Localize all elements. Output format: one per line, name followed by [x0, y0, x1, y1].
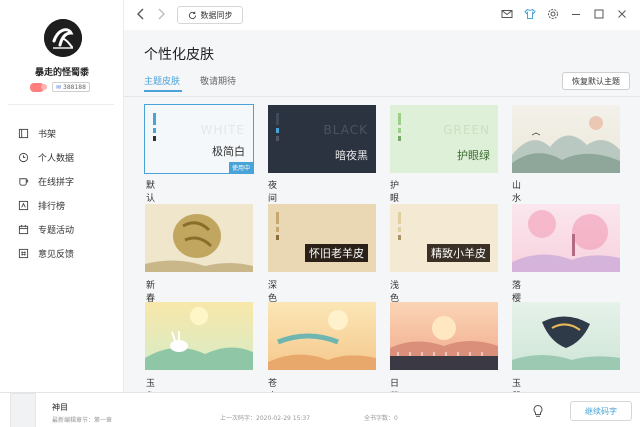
mountain-landscape-illustration — [512, 116, 620, 173]
sky-illustration — [268, 310, 376, 370]
theme-card-dark-parchment[interactable]: 怀旧老羊皮 — [268, 204, 376, 272]
lightbulb-icon[interactable] — [531, 404, 545, 418]
data-sync-button[interactable]: 数据同步 — [177, 6, 243, 24]
theme-watermark: BLACK — [323, 123, 368, 137]
theme-card-spring[interactable] — [145, 204, 253, 272]
theme-card-night[interactable]: BLACK 暗夜黑 — [268, 105, 376, 173]
sidebar-item-bookshelf[interactable]: 书架 — [18, 121, 74, 145]
theme-overlay-text: 怀旧老羊皮 — [305, 244, 368, 262]
theme-card-sakura[interactable] — [512, 204, 620, 272]
sidebar-item-feedback[interactable]: 意见反馈 — [18, 241, 74, 265]
last-typing-time: 上一次码字：2020-02-29 15:37 — [220, 415, 311, 422]
theme-overlay-text: 护眼绿 — [457, 149, 490, 162]
sidebar-item-events[interactable]: 专题活动 — [18, 217, 74, 241]
clock-icon — [18, 152, 29, 162]
user-id: 388188 — [63, 83, 86, 91]
theme-card-light-parchment[interactable]: 精致小羊皮 — [390, 204, 498, 272]
jade-mouse-illustration — [512, 316, 620, 370]
sidebar-item-personal-data[interactable]: 个人数据 — [18, 145, 74, 169]
cup-icon — [19, 177, 29, 186]
maximize-icon[interactable] — [593, 8, 605, 20]
user-id-badge: ✉ 388188 — [52, 82, 90, 92]
sidebar-item-label: 意见反馈 — [38, 249, 75, 260]
spring-calligraphy-illustration — [145, 214, 253, 272]
book-icon — [18, 128, 29, 138]
sidebar-item-online-typing[interactable]: 在线拼字 — [18, 169, 74, 193]
rank-icon — [18, 200, 29, 210]
window-controls — [501, 8, 628, 20]
jade-rabbit-illustration — [145, 307, 253, 370]
hash-icon — [18, 248, 29, 258]
theme-card-jade-mouse[interactable] — [512, 302, 620, 370]
minimize-icon[interactable] — [570, 8, 582, 20]
theme-preview-lines — [398, 212, 401, 243]
sidebar-item-label: 书架 — [38, 129, 57, 140]
sakura-illustration — [512, 210, 620, 272]
close-icon[interactable] — [616, 8, 628, 20]
total-word-count: 全书字数：0 — [364, 415, 398, 422]
theme-card-sky[interactable] — [268, 302, 376, 370]
sunset-illustration — [390, 316, 498, 370]
theme-card-eye-green[interactable]: GREEN 护眼绿 — [390, 105, 498, 173]
skin-shirt-icon[interactable] — [524, 8, 536, 20]
page-title: 个性化皮肤 — [144, 47, 214, 63]
tabs-divider — [124, 96, 640, 97]
sidebar: 暴走的怪蜀黍 ✉ 388188 书架 个人数据 在线拼字 排行榜 专题活动 意见… — [0, 0, 124, 392]
mail-icon[interactable] — [501, 8, 513, 20]
theme-preview-lines — [398, 113, 401, 144]
active-tab-indicator — [144, 90, 182, 92]
theme-preview-lines — [153, 113, 156, 144]
avatar-calligraphy-icon — [44, 19, 82, 57]
sidebar-item-label: 排行榜 — [38, 201, 66, 212]
in-use-badge: 使用中 — [228, 162, 253, 173]
sidebar-item-label: 在线拼字 — [38, 177, 75, 188]
forward-arrow-icon[interactable] — [154, 7, 168, 21]
continue-typing-button[interactable]: 继续码字 — [570, 401, 632, 421]
top-toolbar: 数据同步 — [124, 0, 640, 30]
bottom-status-bar: 神目 最新编辑章节：第一章 上一次码字：2020-02-29 15:37 全书字… — [0, 392, 640, 427]
theme-preview-lines — [276, 113, 279, 144]
theme-card-jade-rabbit[interactable] — [145, 302, 253, 370]
theme-overlay-text: 暗夜黑 — [335, 149, 368, 162]
theme-watermark: GREEN — [443, 123, 490, 137]
theme-card-default[interactable]: WHITE 极简白 使用中 — [144, 104, 254, 174]
theme-card-landscape[interactable] — [512, 105, 620, 173]
restore-default-theme-button[interactable]: 恢复默认主题 — [562, 72, 630, 90]
sidebar-nav: 书架 个人数据 在线拼字 排行榜 专题活动 意见反馈 — [18, 121, 74, 265]
sidebar-item-label: 专题活动 — [38, 225, 75, 236]
theme-card-sunset[interactable] — [390, 302, 498, 370]
sidebar-item-ranking[interactable]: 排行榜 — [18, 193, 74, 217]
latest-chapter: 最新编辑章节：第一章 — [52, 417, 113, 424]
calendar-icon — [18, 224, 29, 234]
book-cover-thumbnail[interactable] — [10, 393, 36, 427]
sidebar-divider — [8, 104, 114, 105]
user-badges: ✉ 388188 — [30, 82, 90, 92]
current-book-title[interactable]: 神目 — [52, 402, 68, 413]
theme-preview-lines — [276, 212, 279, 243]
main-content: 个性化皮肤 主题皮肤 敬请期待 恢复默认主题 WHITE 极简白 使用中 默认主… — [124, 30, 640, 427]
theme-overlay-text: 精致小羊皮 — [427, 244, 490, 262]
vip-icon — [30, 82, 47, 92]
username: 暴走的怪蜀黍 — [34, 68, 89, 78]
data-sync-label: 数据同步 — [200, 10, 233, 20]
back-arrow-icon[interactable] — [134, 7, 148, 21]
settings-gear-icon[interactable] — [547, 8, 559, 20]
theme-watermark: WHITE — [200, 123, 245, 137]
avatar[interactable] — [44, 19, 82, 57]
tab-theme-skins[interactable]: 主题皮肤 — [144, 74, 180, 87]
refresh-icon — [188, 11, 196, 19]
mail-icon: ✉ — [56, 83, 62, 91]
tab-coming-soon[interactable]: 敬请期待 — [200, 74, 236, 87]
theme-overlay-text: 极简白 — [212, 145, 245, 158]
sidebar-item-label: 个人数据 — [38, 153, 75, 164]
